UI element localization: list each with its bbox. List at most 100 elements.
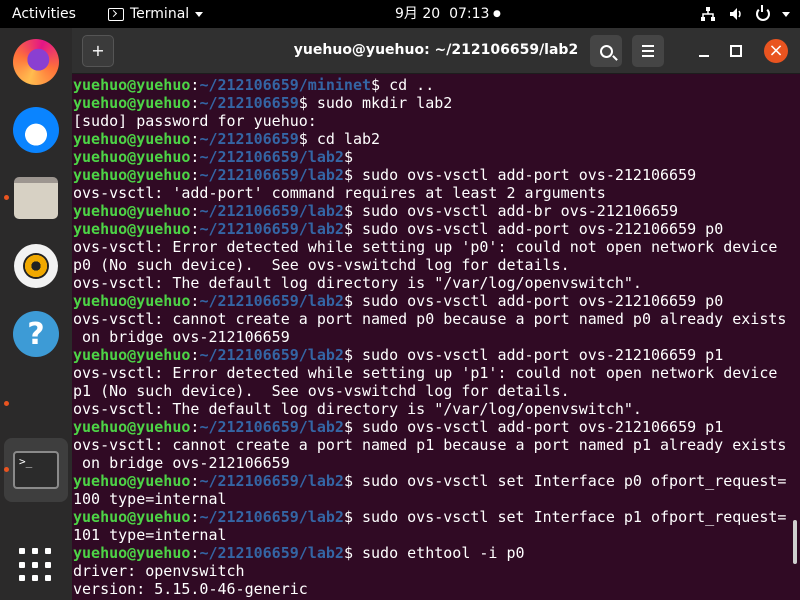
prompt-symbol: $	[298, 130, 308, 148]
output-text: ovs-vsctl: The default log directory is …	[73, 400, 642, 418]
prompt-symbol: $	[343, 166, 353, 184]
command-text: sudo ovs-vsctl add-port ovs-212106659	[352, 166, 697, 184]
terminal-line: yuehuo@yuehuo:~/212106659/lab2$ sudo ovs…	[73, 418, 788, 436]
dock-item-rhythmbox[interactable]	[4, 234, 68, 298]
output-text: [sudo] password for yuehuo:	[73, 112, 317, 130]
prompt-symbol: $	[343, 346, 353, 364]
terminal-line: 101 type=internal	[73, 526, 788, 544]
minimize-button[interactable]	[688, 35, 720, 67]
menu-button[interactable]	[632, 35, 664, 67]
prompt-user: yuehuo@yuehuo	[73, 148, 191, 166]
maximize-button[interactable]	[720, 35, 752, 67]
show-applications-icon	[19, 548, 53, 582]
search-button[interactable]	[590, 35, 622, 67]
rhythmbox-icon	[14, 244, 58, 288]
terminal-lines: yuehuo@yuehuo:~/212106659/mininet$ cd ..…	[73, 76, 788, 598]
search-icon	[599, 44, 613, 58]
prompt-path: ~/212106659/lab2	[199, 220, 344, 238]
command-text: sudo ovs-vsctl add-br ovs-212106659	[352, 202, 679, 220]
hamburger-icon	[642, 45, 654, 47]
output-text: 100 type=internal	[73, 490, 227, 508]
terminal-line: on bridge ovs-212106659	[73, 328, 788, 346]
prompt-path: ~/212106659	[199, 130, 299, 148]
terminal-header-bar: yuehuo@yuehuo: ~/212106659/lab2	[72, 28, 800, 74]
command-text: sudo ethtool -i p0	[352, 544, 525, 562]
network-icon	[701, 7, 715, 21]
terminal-line: yuehuo@yuehuo:~/212106659/lab2$ sudo ovs…	[73, 472, 788, 490]
output-text: driver: openvswitch	[73, 562, 245, 580]
prompt-path: ~/212106659/lab2	[199, 472, 344, 490]
terminal-line: yuehuo@yuehuo:~/212106659$ sudo mkdir la…	[73, 94, 788, 112]
prompt-symbol: $	[343, 544, 353, 562]
terminal-line: ovs-vsctl: cannot create a port named p0…	[73, 310, 788, 328]
app-menu[interactable]: Terminal	[108, 0, 204, 28]
prompt-symbol: $	[343, 220, 353, 238]
dock-item-firefox[interactable]	[4, 30, 68, 94]
chevron-down-icon	[782, 11, 790, 17]
output-text: ovs-vsctl: Error detected while setting …	[73, 238, 778, 256]
output-text: version: 5.15.0-46-generic	[73, 580, 308, 598]
terminal-line: ovs-vsctl: 'add-port' command requires a…	[73, 184, 788, 202]
prompt-symbol: $	[343, 292, 353, 310]
prompt-symbol: $	[298, 94, 308, 112]
prompt-user: yuehuo@yuehuo	[73, 544, 191, 562]
prompt-path: ~/212106659/lab2	[199, 166, 344, 184]
output-text: ovs-vsctl: cannot create a port named p0…	[73, 310, 787, 328]
dock-item-terminal[interactable]: >_	[4, 438, 68, 502]
prompt-user: yuehuo@yuehuo	[73, 472, 191, 490]
dock-item-help[interactable]: ?	[4, 302, 68, 366]
terminal-line: yuehuo@yuehuo:~/212106659/lab2$ sudo ovs…	[73, 202, 788, 220]
prompt-symbol: $	[343, 148, 353, 166]
prompt-user: yuehuo@yuehuo	[73, 76, 191, 94]
terminal-line: p0 (No such device). See ovs-vswitchd lo…	[73, 256, 788, 274]
power-icon	[756, 5, 770, 21]
terminal-line: yuehuo@yuehuo:~/212106659$ cd lab2	[73, 130, 788, 148]
prompt-user: yuehuo@yuehuo	[73, 220, 191, 238]
terminal-icon: >_	[13, 451, 59, 489]
dock-item-files[interactable]	[4, 166, 68, 230]
terminal-line: p1 (No such device). See ovs-vswitchd lo…	[73, 382, 788, 400]
thunderbird-icon	[13, 107, 59, 153]
command-text: sudo ovs-vsctl set Interface p1 ofport_r…	[352, 508, 787, 526]
terminal-line: yuehuo@yuehuo:~/212106659/lab2$ sudo eth…	[73, 544, 788, 562]
scrollbar[interactable]	[793, 520, 797, 564]
prompt-path: ~/212106659/lab2	[199, 418, 344, 436]
dock: ? >_	[0, 28, 72, 600]
terminal-line: ovs-vsctl: cannot create a port named p1…	[73, 436, 788, 454]
prompt-path: ~/212106659/mininet	[199, 76, 372, 94]
terminal-line: yuehuo@yuehuo:~/212106659/mininet$ cd ..	[73, 76, 788, 94]
prompt-symbol: $	[343, 508, 353, 526]
output-text: on bridge ovs-212106659	[73, 328, 290, 346]
close-button[interactable]	[764, 39, 788, 63]
terminal-line: ovs-vsctl: Error detected while setting …	[73, 364, 788, 382]
terminal-line: version: 5.15.0-46-generic	[73, 580, 788, 598]
command-text: cd ..	[380, 76, 435, 94]
prompt-path: ~/212106659/lab2	[199, 202, 344, 220]
prompt-path: ~/212106659/lab2	[199, 292, 344, 310]
terminal-line: ovs-vsctl: The default log directory is …	[73, 400, 788, 418]
clock-time: 07:13	[449, 6, 490, 22]
output-text: ovs-vsctl: The default log directory is …	[73, 274, 642, 292]
terminal-line: ovs-vsctl: The default log directory is …	[73, 274, 788, 292]
prompt-user: yuehuo@yuehuo	[73, 418, 191, 436]
prompt-symbol: $	[371, 76, 381, 94]
command-text: sudo mkdir lab2	[307, 94, 453, 112]
terminal-line: yuehuo@yuehuo:~/212106659/lab2$ sudo ovs…	[73, 166, 788, 184]
terminal-line: 100 type=internal	[73, 490, 788, 508]
command-text: sudo ovs-vsctl set Interface p0 ofport_r…	[352, 472, 787, 490]
system-tray[interactable]	[700, 0, 790, 28]
terminal-line: yuehuo@yuehuo:~/212106659/lab2$	[73, 148, 788, 166]
dock-item-show-applications[interactable]	[4, 533, 68, 597]
prompt-user: yuehuo@yuehuo	[73, 346, 191, 364]
top-bar: Activities Terminal 9月 20 07:13 ●	[0, 0, 800, 28]
activities-button[interactable]: Activities	[12, 0, 76, 28]
command-text: sudo ovs-vsctl add-port ovs-212106659 p0	[352, 292, 724, 310]
terminal-output[interactable]: yuehuo@yuehuo:~/212106659/mininet$ cd ..…	[72, 74, 800, 600]
command-text: sudo ovs-vsctl add-port ovs-212106659 p1	[352, 346, 724, 364]
prompt-symbol: $	[343, 418, 353, 436]
prompt-user: yuehuo@yuehuo	[73, 166, 191, 184]
clock[interactable]: 9月 20 07:13	[395, 0, 489, 28]
dock-item-thunderbird[interactable]	[4, 98, 68, 162]
app-menu-label: Terminal	[130, 6, 190, 22]
prompt-symbol: $	[343, 202, 353, 220]
